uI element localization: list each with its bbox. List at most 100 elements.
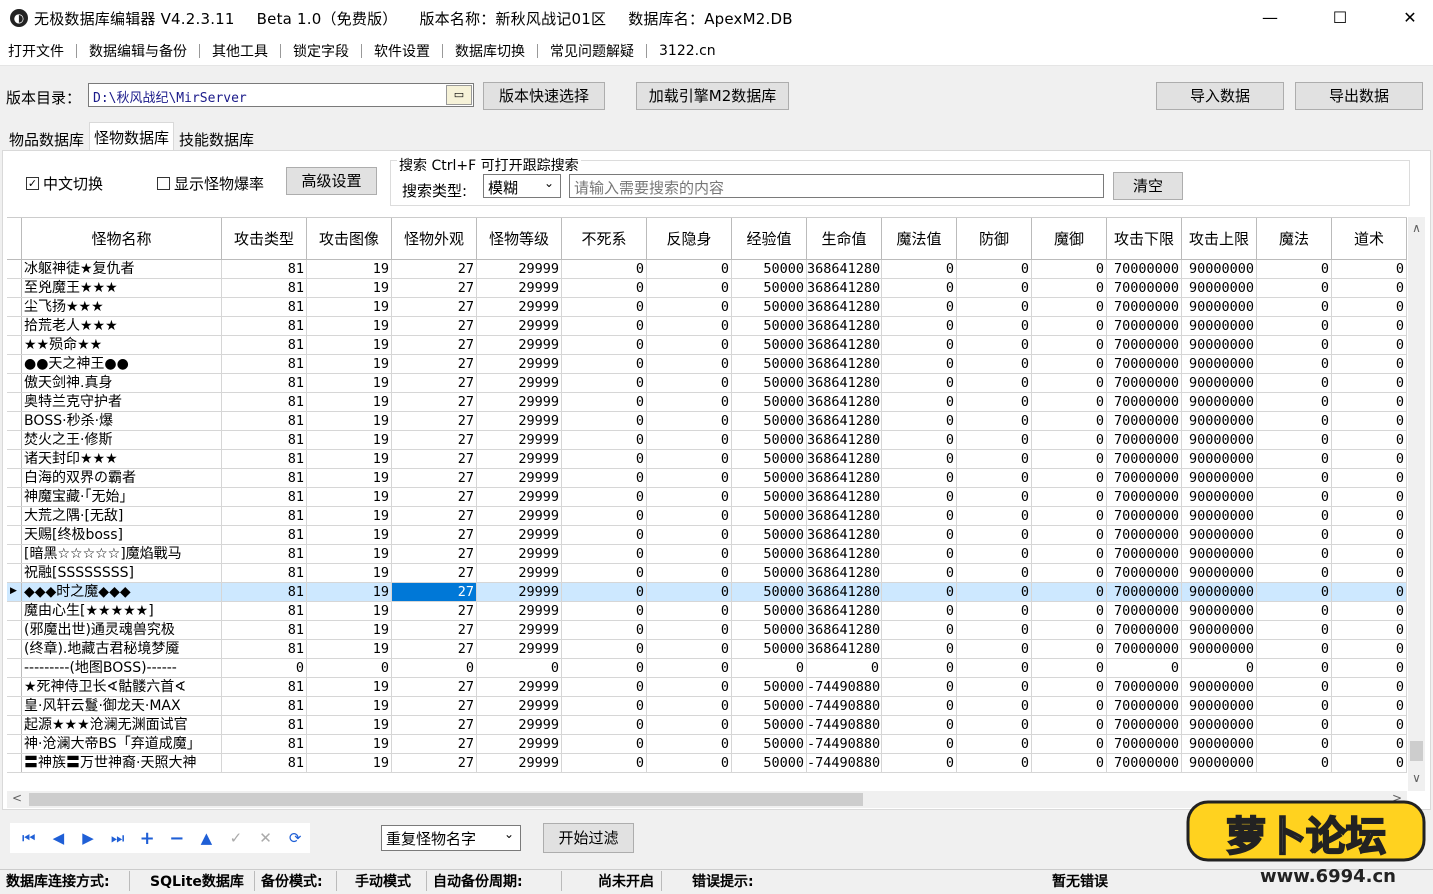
table-cell[interactable]: 70000000 xyxy=(1107,621,1182,639)
table-cell[interactable]: 0 xyxy=(1332,507,1407,525)
path-input[interactable]: D:\秋风战纪\MirServer xyxy=(88,83,474,107)
table-cell[interactable]: 0 xyxy=(882,545,957,563)
table-cell[interactable]: 90000000 xyxy=(1182,564,1257,582)
table-cell[interactable]: 50000 xyxy=(732,374,807,392)
column-header[interactable]: 反隐身 xyxy=(647,218,732,259)
row-selector[interactable] xyxy=(7,621,22,639)
table-cell[interactable]: 50000 xyxy=(732,317,807,335)
table-cell[interactable]: 起源★★★沧澜无渊面试官 xyxy=(22,716,222,734)
table-cell[interactable]: 0 xyxy=(1332,431,1407,449)
table-cell[interactable]: 0 xyxy=(562,697,647,715)
table-cell[interactable]: 0 xyxy=(882,659,957,677)
table-cell[interactable]: 90000000 xyxy=(1182,754,1257,772)
table-cell[interactable]: 0 xyxy=(1332,412,1407,430)
table-cell[interactable]: 0 xyxy=(562,431,647,449)
table-cell[interactable]: 90000000 xyxy=(1182,507,1257,525)
table-cell[interactable]: 81 xyxy=(222,412,307,430)
table-cell[interactable]: 0 xyxy=(1032,317,1107,335)
table-cell[interactable]: 19 xyxy=(307,564,392,582)
tab-items[interactable]: 物品数据库 xyxy=(0,124,89,150)
table-cell[interactable]: 0 xyxy=(562,469,647,487)
table-cell[interactable]: 0 xyxy=(1032,716,1107,734)
table-cell[interactable]: ◆◆◆时之魔◆◆◆ xyxy=(22,583,222,601)
table-cell[interactable]: 90000000 xyxy=(1182,621,1257,639)
table-cell[interactable]: 0 xyxy=(562,583,647,601)
table-cell[interactable]: 0 xyxy=(1032,507,1107,525)
table-cell[interactable]: 27 xyxy=(392,621,477,639)
table-cell[interactable]: 81 xyxy=(222,317,307,335)
table-cell[interactable]: 0 xyxy=(1032,412,1107,430)
table-cell[interactable]: 50000 xyxy=(732,678,807,696)
table-cell[interactable]: 70000000 xyxy=(1107,298,1182,316)
menu-open-file[interactable]: 打开文件 xyxy=(0,41,72,61)
table-cell[interactable]: 0 xyxy=(1257,279,1332,297)
table-cell[interactable]: 0 xyxy=(1032,279,1107,297)
table-cell[interactable]: 0 xyxy=(562,317,647,335)
table-cell[interactable]: 0 xyxy=(562,640,647,658)
table-cell[interactable]: 29999 xyxy=(477,374,562,392)
table-cell[interactable]: 0 xyxy=(957,640,1032,658)
table-row[interactable]: (邪魔出世)通灵魂兽究极 81 19 27 29999 0 0 50000 368641280 0… xyxy=(7,621,1407,640)
table-cell[interactable]: 27 xyxy=(392,754,477,772)
table-cell[interactable]: 29999 xyxy=(477,640,562,658)
table-cell[interactable]: 0 xyxy=(957,355,1032,373)
table-cell[interactable]: 0 xyxy=(1257,602,1332,620)
table-cell[interactable]: 白海的双界の霸者 xyxy=(22,469,222,487)
table-cell[interactable]: 0 xyxy=(1257,545,1332,563)
table-cell[interactable]: 27 xyxy=(392,697,477,715)
table-cell[interactable]: 0 xyxy=(1332,640,1407,658)
table-cell[interactable]: 0 xyxy=(562,393,647,411)
table-cell[interactable]: 0 xyxy=(957,298,1032,316)
table-cell[interactable]: 0 xyxy=(1257,678,1332,696)
menu-website[interactable]: 3122.cn xyxy=(651,43,724,59)
table-cell[interactable]: 0 xyxy=(1332,602,1407,620)
table-cell[interactable]: 0 xyxy=(647,336,732,354)
table-cell[interactable]: 90000000 xyxy=(1182,412,1257,430)
table-cell[interactable]: 50000 xyxy=(732,754,807,772)
table-cell[interactable]: 27 xyxy=(392,678,477,696)
table-cell[interactable]: 0 xyxy=(1257,336,1332,354)
column-header[interactable]: 魔御 xyxy=(1032,218,1107,259)
table-cell[interactable]: 0 xyxy=(1257,583,1332,601)
table-cell[interactable]: 0 xyxy=(882,507,957,525)
table-cell[interactable]: 0 xyxy=(562,260,647,278)
row-selector[interactable] xyxy=(7,469,22,487)
row-selector[interactable] xyxy=(7,336,22,354)
table-cell[interactable]: 29999 xyxy=(477,317,562,335)
table-cell[interactable]: 0 xyxy=(1032,697,1107,715)
table-cell[interactable]: 368641280 xyxy=(807,355,882,373)
table-cell[interactable]: 0 xyxy=(1032,545,1107,563)
table-cell[interactable]: 0 xyxy=(1332,469,1407,487)
table-cell[interactable]: 70000000 xyxy=(1107,583,1182,601)
table-cell[interactable]: 0 xyxy=(1332,697,1407,715)
table-cell[interactable]: 奥特兰克守护者 xyxy=(22,393,222,411)
table-cell[interactable]: 50000 xyxy=(732,697,807,715)
table-cell[interactable]: 29999 xyxy=(477,583,562,601)
table-cell[interactable]: 0 xyxy=(562,298,647,316)
table-cell[interactable]: 90000000 xyxy=(1182,374,1257,392)
table-cell[interactable]: 50000 xyxy=(732,507,807,525)
table-cell[interactable]: 29999 xyxy=(477,298,562,316)
column-header[interactable]: 经验值 xyxy=(732,218,807,259)
table-cell[interactable]: 29999 xyxy=(477,279,562,297)
table-cell[interactable]: 0 xyxy=(647,355,732,373)
table-cell[interactable]: 0 xyxy=(562,602,647,620)
table-cell[interactable]: 70000000 xyxy=(1107,545,1182,563)
next-record-icon[interactable]: ▶ xyxy=(73,829,103,847)
post-edit-icon[interactable]: ✓ xyxy=(221,829,251,847)
column-header[interactable]: 不死系 xyxy=(562,218,647,259)
table-cell[interactable]: 0 xyxy=(1332,621,1407,639)
table-cell[interactable]: 29999 xyxy=(477,355,562,373)
table-cell[interactable]: 27 xyxy=(392,507,477,525)
row-selector[interactable] xyxy=(7,412,22,430)
row-selector[interactable] xyxy=(7,659,22,677)
table-cell[interactable]: 50000 xyxy=(732,336,807,354)
table-cell[interactable]: 70000000 xyxy=(1107,697,1182,715)
table-cell[interactable]: 27 xyxy=(392,279,477,297)
table-cell[interactable]: 0 xyxy=(1032,374,1107,392)
table-cell[interactable]: 81 xyxy=(222,678,307,696)
table-cell[interactable]: 81 xyxy=(222,640,307,658)
table-cell[interactable]: 29999 xyxy=(477,507,562,525)
table-cell[interactable]: 0 xyxy=(1032,450,1107,468)
load-engine-button[interactable]: 加载引擎M2数据库 xyxy=(636,82,789,110)
